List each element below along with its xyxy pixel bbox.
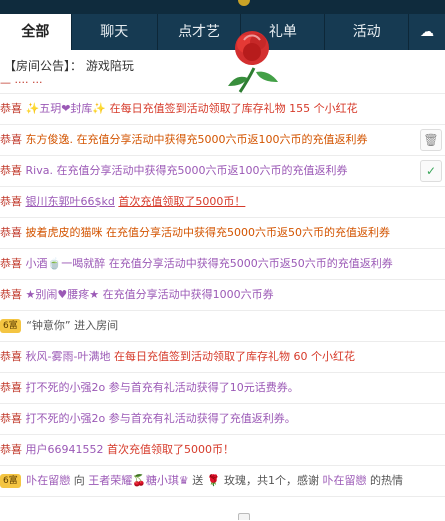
user-name[interactable]: 用户66941552 [26,443,104,456]
congrats-label: 恭喜 [0,164,22,177]
list-item: 恭喜 ★别闹♥腰疼★ 在充值分享活动中获得1000六币券 [0,280,445,311]
tab-all[interactable]: 全部 [0,14,72,50]
user-name[interactable]: 披着虎皮的猫咪 [26,226,103,239]
message-list[interactable]: — ···· ··· 恭喜 ✨五玥❤封库✨ 在每日充值签到活动领取了库存礼物 1… [0,80,445,521]
list-item: 恭喜 秋风-雾雨-叶满地 在每日充值签到活动领取了库存礼物 60 个小红花 [0,342,445,373]
top-strip [0,0,445,14]
list-item: 恭喜 ✨五玥❤封库✨ 在每日充值签到活动领取了库存礼物 155 个小红花 [0,94,445,125]
congrats-label: 恭喜 [0,288,22,301]
list-item: 恭喜 打不死的小强2o 参与首充有礼活动获得了10元话费券。 [0,373,445,404]
room-notice: 【房间公告】： 游戏陪玩 [0,52,445,80]
top-ornament [238,0,250,6]
message-text: 参与首充有礼活动获得了充值返利券。 [108,412,296,425]
list-item: 恭喜 打不死的小强2o 参与首充有礼活动获得了充值返利券。 [0,404,445,435]
user-name[interactable]: 打不死的小强2o [26,412,106,425]
notice-label: 【房间公告】： [4,59,83,73]
user-name[interactable]: ★别闹♥腰疼★ [26,288,100,301]
wealth-badge: 6富 [0,474,21,488]
user-name[interactable]: “钟意你” [26,319,70,332]
user-name[interactable]: 东方俊逸. [26,133,74,146]
message-text: 在充值分享活动中获得充5000六币返100六币的充值返利券 [56,164,348,177]
user-name[interactable]: 小酒🍵一喝就醉 [26,257,106,270]
more-icon[interactable]: ☁ [409,14,445,50]
list-item: 恭喜 银川东郭叶66$kd 首次充值领取了5000币！ [0,187,445,218]
list-item-truncated: — ···· ··· [0,80,445,94]
user-name[interactable]: Riva. [26,164,53,177]
tab-events[interactable]: 活动 [325,14,410,50]
message-text: 首次充值领取了5000币！ [118,195,246,208]
message-text: 在充值分享活动中获得充5000六币返50六币的充值返利券 [108,257,393,270]
list-item: 恭喜 小酒🍵一喝就醉 在充值分享活动中获得充5000六币返50六币的充值返利券 [0,249,445,280]
message-text: 在每日充值签到活动领取了库存礼物 60 个小红花 [113,350,355,363]
congrats-label: 恭喜 [0,195,22,208]
list-item: 恭喜 披着虎皮的猫咪 在充值分享活动中获得充5000六币返50六币的充值返利券 [0,218,445,249]
list-item: 恭喜 东方俊逸. 在充值分享活动中获得充5000六币返100六币的充值返利券 🗑 [0,125,445,156]
user-name[interactable]: ✨五玥❤封库✨ [26,102,107,115]
congrats-label: 恭喜 [0,412,22,425]
message-text: 送 [192,474,204,487]
congrats-label: 恭喜 [0,381,22,394]
rose-gift-icon: 🌹 [206,474,221,487]
wealth-badge: 6富 [0,319,21,333]
list-item: 恭喜 Riva. 在充值分享活动中获得充5000六币返100六币的充值返利券 ✓ [0,156,445,187]
message-text: 在充值分享活动中获得1000六币券 [102,288,274,301]
message-text: 参与首充有礼活动获得了10元话费券。 [108,381,299,394]
congrats-label: 恭喜 [0,226,22,239]
message-text: 首次充值领取了5000币！ [107,443,234,456]
message-text: 在充值分享活动中获得充5000六币返50六币的充值返利券 [106,226,390,239]
notice-text: 游戏陪玩 [85,59,134,73]
user-name[interactable]: 打不死的小强2o [26,381,106,394]
user-name[interactable]: 秋风-雾雨-叶满地 [26,350,111,363]
message-text: 在充值分享活动中获得充5000六币返100六币的充值返利券 [76,133,368,146]
congrats-label: 恭喜 [0,133,22,146]
message-text: 向 [73,474,85,487]
check-icon[interactable]: ✓ [420,160,442,182]
message-text: 的热情 [370,474,403,487]
message-text: 进入房间 [74,319,119,332]
list-item: 恭喜 用户66941552 首次充值领取了5000币！ [0,435,445,466]
tab-chat[interactable]: 聊天 [72,14,158,50]
user-name[interactable]: 卟在留戀 [26,474,70,487]
list-item: 6富 “钟意你” 进入房间 [0,311,445,342]
user-name[interactable]: 银川东郭叶66$kd [26,195,115,208]
congrats-label: 恭喜 [0,102,22,115]
recipient-name[interactable]: 王者荣耀🍒糖小琪♛ [88,474,189,487]
user-name[interactable]: 卟在留戀 [323,474,367,487]
congrats-label: 恭喜 [0,350,22,363]
scroll-handle[interactable] [238,513,250,520]
congrats-label: 恭喜 [0,257,22,270]
message-text: 玫瑰，共1个，感谢 [224,474,319,487]
congrats-label: 恭喜 [0,443,22,456]
message-text: 在每日充值签到活动领取了库存礼物 155 个小红花 [109,102,358,115]
trash-icon[interactable]: 🗑 [420,129,442,151]
list-item: 6富 卟在留戀 向 王者荣耀🍒糖小琪♛ 送 🌹 玫瑰，共1个，感谢 卟在留戀 的… [0,466,445,497]
